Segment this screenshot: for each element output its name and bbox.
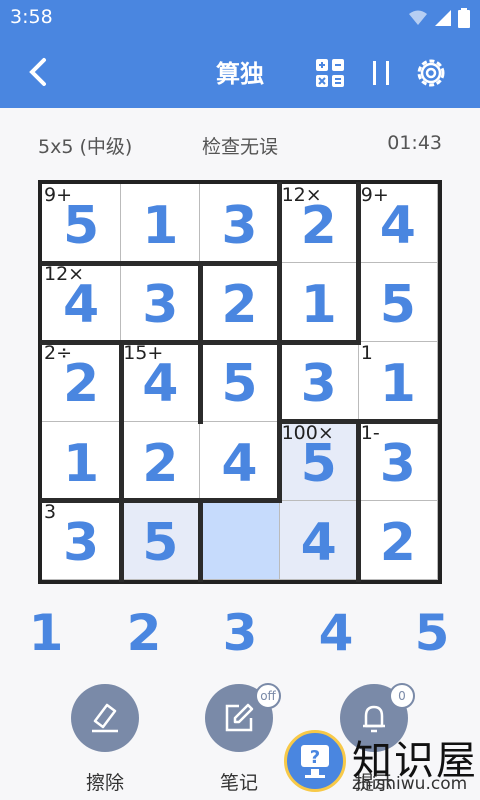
app-bar: 算独	[0, 36, 480, 108]
cell-value: 3	[63, 512, 100, 573]
grid-cell-r1c2[interactable]: 2	[200, 263, 280, 343]
battery-icon	[458, 8, 470, 28]
grid-cell-r4c3[interactable]: 4	[279, 500, 359, 580]
grid-cell-r3c1[interactable]: 2	[121, 421, 201, 501]
cage-border	[39, 498, 124, 504]
wifi-icon	[409, 10, 427, 25]
cell-value: 2	[221, 275, 258, 336]
number-pad: 1 2 3 4 5	[0, 604, 480, 668]
cell-value: 2	[142, 433, 179, 494]
back-arrow-icon	[29, 58, 46, 86]
cell-value: 5	[379, 275, 416, 336]
cage-border	[356, 181, 362, 345]
signal-icon	[435, 10, 451, 26]
watermark-url: zhishiwu.com	[352, 774, 468, 794]
number-button-2[interactable]: 2	[114, 604, 174, 668]
cage-border	[118, 339, 124, 504]
cage-label: 9+	[44, 184, 73, 206]
cell-value: 4	[300, 512, 337, 573]
edit-note-icon	[225, 703, 254, 732]
cell-value: 1	[63, 433, 100, 494]
status-bar: 3:58	[0, 0, 480, 36]
cage-label: 3	[44, 500, 57, 523]
calculator-icon	[316, 59, 344, 87]
cage-border	[39, 260, 283, 266]
eraser-icon	[92, 703, 118, 733]
notes-badge: off	[255, 683, 281, 709]
grid-cell-r1c0[interactable]: 4 12×	[42, 263, 122, 343]
gear-icon	[417, 59, 445, 87]
cell-value: 1	[379, 354, 416, 415]
settings-button[interactable]	[412, 54, 450, 92]
grid-cell-r0c3[interactable]: 2 12×	[279, 184, 359, 264]
status-icons	[408, 8, 470, 28]
grid-cell-r2c2[interactable]: 5	[200, 342, 280, 422]
cell-value: 3	[379, 433, 416, 494]
cage-label: 12×	[281, 184, 322, 206]
watermark: ? 知识屋 zhishiwu.com	[282, 728, 480, 800]
grid-cell-r0c0[interactable]: 5 9+	[42, 184, 122, 264]
cage-label: 1	[360, 342, 373, 365]
cell-value: 3	[221, 196, 258, 257]
grid-cell-r3c4[interactable]: 3 1-	[358, 421, 438, 501]
question-screen-icon: ?	[301, 745, 329, 778]
cell-value: 5	[142, 512, 179, 573]
grid-cell-r2c3[interactable]: 3	[279, 342, 359, 422]
grid-cell-r0c1[interactable]: 1	[121, 184, 201, 264]
cage-label: 2÷	[44, 342, 73, 365]
cage-border	[118, 498, 124, 583]
grid-cell-r0c2[interactable]: 3	[200, 184, 280, 264]
pause-button[interactable]	[364, 56, 398, 90]
grid-cell-r4c1[interactable]: 5	[121, 500, 201, 580]
cell-value: 3	[142, 275, 179, 336]
number-button-3[interactable]: 3	[210, 604, 270, 668]
number-button-5[interactable]: 5	[402, 604, 462, 668]
number-button-1[interactable]: 1	[16, 604, 76, 668]
cage-label: 15+	[123, 342, 164, 365]
calculator-button[interactable]	[313, 56, 347, 90]
cage-label: 1-	[360, 421, 380, 444]
grid-cell-r2c0[interactable]: 2 2÷	[42, 342, 122, 422]
watermark-logo: ?	[284, 730, 346, 792]
cell-value: 1	[300, 275, 337, 336]
cell-value: 2	[379, 512, 416, 573]
grid-cell-r3c0[interactable]: 1	[42, 421, 122, 501]
hint-badge: 0	[389, 683, 415, 709]
cell-value: 4	[221, 433, 258, 494]
grid-cell-r3c3[interactable]: 5 100×	[279, 421, 359, 501]
grid-cell-r4c0[interactable]: 33	[42, 500, 122, 580]
cage-label: 100×	[281, 421, 334, 444]
svg-text:?: ?	[310, 747, 320, 768]
cage-border	[356, 419, 362, 583]
grid-cell-r2c4[interactable]: 11	[358, 342, 438, 422]
timer: 01:43	[387, 132, 442, 154]
cage-border	[197, 498, 203, 583]
grid-cell-r2c1[interactable]: 4 15+	[121, 342, 201, 422]
grid-cell-r1c3[interactable]: 1	[279, 263, 359, 343]
cell-value: 3	[300, 354, 337, 415]
puzzle-size: 5x5 (中级)	[38, 136, 133, 158]
notes-label: 笔记	[219, 772, 258, 794]
pause-icon	[373, 61, 389, 85]
back-button[interactable]	[20, 52, 60, 92]
cage-label: 12×	[44, 263, 85, 286]
cell-value: 5	[221, 354, 258, 415]
number-button-4[interactable]: 4	[306, 604, 366, 668]
cell-value: 1	[142, 196, 179, 257]
grid-cell-r1c4[interactable]: 5	[358, 263, 438, 343]
info-row: 检查无误 5x5 (中级) 01:43	[0, 124, 480, 164]
puzzle-grid: 5 9+ 1 3 2 12× 4 9+ 4 12× 3 2 1 5 2 2÷ 4 15+ 5 3 1 1 1 2 4 5 100× 3…	[38, 180, 442, 584]
cage-border	[277, 339, 362, 345]
cage-label: 9+	[360, 184, 389, 206]
grid-cell-r0c4[interactable]: 4 9+	[358, 184, 438, 264]
erase-label: 擦除	[85, 772, 124, 794]
page-title: 算独	[216, 60, 264, 88]
cage-border	[197, 339, 283, 345]
grid-cell-r3c2[interactable]: 4	[200, 421, 280, 501]
grid-cell-r4c4[interactable]: 2	[358, 500, 438, 580]
status-time: 3:58	[10, 6, 53, 28]
grid-cell-r1c1[interactable]: 3	[121, 263, 201, 343]
erase-button[interactable]	[71, 684, 139, 752]
grid-cell-r4c2[interactable]	[200, 500, 280, 580]
